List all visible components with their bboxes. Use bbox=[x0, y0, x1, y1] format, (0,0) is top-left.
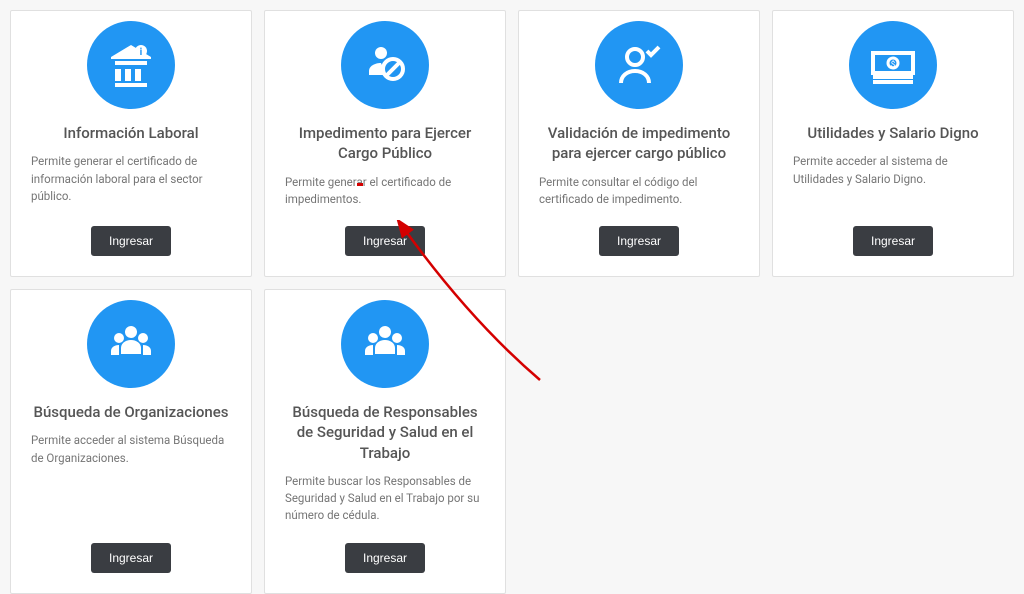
card-description: Permite consultar el código del certific… bbox=[539, 174, 739, 209]
card-busqueda-responsables: Búsqueda de Responsables de Seguridad y … bbox=[264, 289, 506, 594]
card-description: Permite acceder al sistema Búsqueda de O… bbox=[31, 432, 231, 524]
person-check-icon bbox=[595, 21, 683, 109]
card-utilidades-salario: $ Utilidades y Salario Digno Permite acc… bbox=[772, 10, 1014, 277]
card-title: Utilidades y Salario Digno bbox=[807, 123, 978, 143]
svg-text:i: i bbox=[140, 47, 143, 58]
card-title: Búsqueda de Organizaciones bbox=[33, 402, 228, 422]
card-validacion-impedimento: Validación de impedimento para ejercer c… bbox=[518, 10, 760, 277]
people-group-icon bbox=[341, 300, 429, 388]
ingresar-button[interactable]: Ingresar bbox=[91, 543, 171, 573]
card-title: Validación de impedimento para ejercer c… bbox=[539, 123, 739, 164]
ingresar-button[interactable]: Ingresar bbox=[345, 543, 425, 573]
ingresar-button[interactable]: Ingresar bbox=[853, 226, 933, 256]
card-description: Permite generar el certificado de impedi… bbox=[285, 174, 485, 209]
svg-text:$: $ bbox=[891, 60, 896, 69]
bank-info-icon: i bbox=[87, 21, 175, 109]
card-title: Búsqueda de Responsables de Seguridad y … bbox=[285, 402, 485, 463]
person-blocked-icon bbox=[341, 21, 429, 109]
card-description: Permite acceder al sistema de Utilidades… bbox=[793, 153, 993, 208]
people-group-icon bbox=[87, 300, 175, 388]
card-impedimento-cargo: Impedimento para Ejercer Cargo Público P… bbox=[264, 10, 506, 277]
ingresar-button[interactable]: Ingresar bbox=[599, 226, 679, 256]
card-busqueda-organizaciones: Búsqueda de Organizaciones Permite acced… bbox=[10, 289, 252, 594]
card-title: Impedimento para Ejercer Cargo Público bbox=[285, 123, 485, 164]
card-description: Permite buscar los Responsables de Segur… bbox=[285, 473, 485, 525]
ingresar-button[interactable]: Ingresar bbox=[345, 226, 425, 256]
money-icon: $ bbox=[849, 21, 937, 109]
card-title: Información Laboral bbox=[63, 123, 198, 143]
services-grid: i Información Laboral Permite generar el… bbox=[10, 10, 1014, 594]
card-informacion-laboral: i Información Laboral Permite generar el… bbox=[10, 10, 252, 277]
ingresar-button[interactable]: Ingresar bbox=[91, 226, 171, 256]
card-description: Permite generar el certificado de inform… bbox=[31, 153, 231, 208]
